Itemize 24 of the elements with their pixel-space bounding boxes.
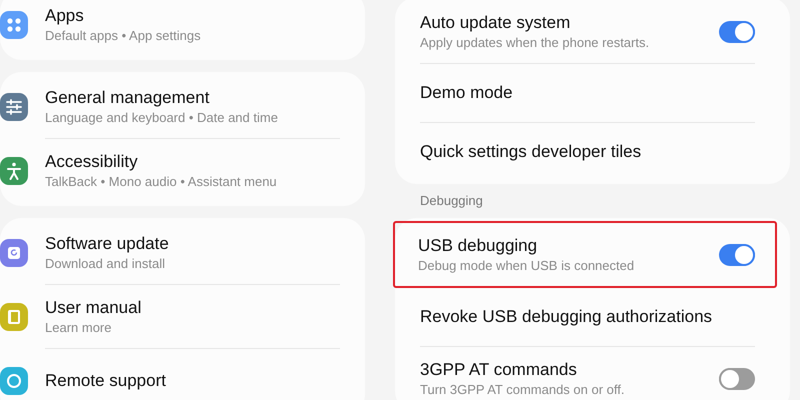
- menu-subtitle: TalkBack • Mono audio • Assistant menu: [45, 173, 278, 191]
- menu-title[interactable]: Remote support: [45, 370, 340, 392]
- option-title[interactable]: USB debugging: [418, 234, 719, 256]
- menu-title[interactable]: Accessibility: [45, 151, 340, 173]
- option-title[interactable]: 3GPP AT commands: [420, 358, 719, 380]
- option-title[interactable]: Auto update system: [420, 12, 719, 34]
- option-subtitle: Debug mode when USB is connected: [418, 256, 636, 274]
- section-header: Debugging: [419, 192, 484, 210]
- option-subtitle: Turn 3GPP AT commands on or off.: [420, 380, 626, 398]
- toggle-switch[interactable]: [719, 244, 755, 266]
- menu-title[interactable]: User manual: [45, 296, 340, 318]
- option-subtitle: Apply updates when the phone restarts.: [420, 34, 650, 52]
- toggle-switch[interactable]: [719, 368, 755, 390]
- option-title[interactable]: Quick settings developer tiles: [420, 141, 755, 163]
- menu-title[interactable]: General management: [45, 86, 340, 108]
- toggle-switch[interactable]: [719, 20, 755, 42]
- menu-subtitle: Default apps • App settings: [45, 27, 202, 45]
- option-title[interactable]: Demo mode: [420, 82, 755, 104]
- option-title[interactable]: Revoke USB debugging authorizations: [420, 306, 755, 328]
- menu-title[interactable]: Apps: [45, 5, 340, 27]
- menu-subtitle: Download and install: [45, 254, 166, 272]
- menu-title[interactable]: Software update: [45, 232, 340, 254]
- menu-subtitle: Language and keyboard • Date and time: [45, 108, 279, 126]
- menu-subtitle: Learn more: [45, 318, 112, 336]
